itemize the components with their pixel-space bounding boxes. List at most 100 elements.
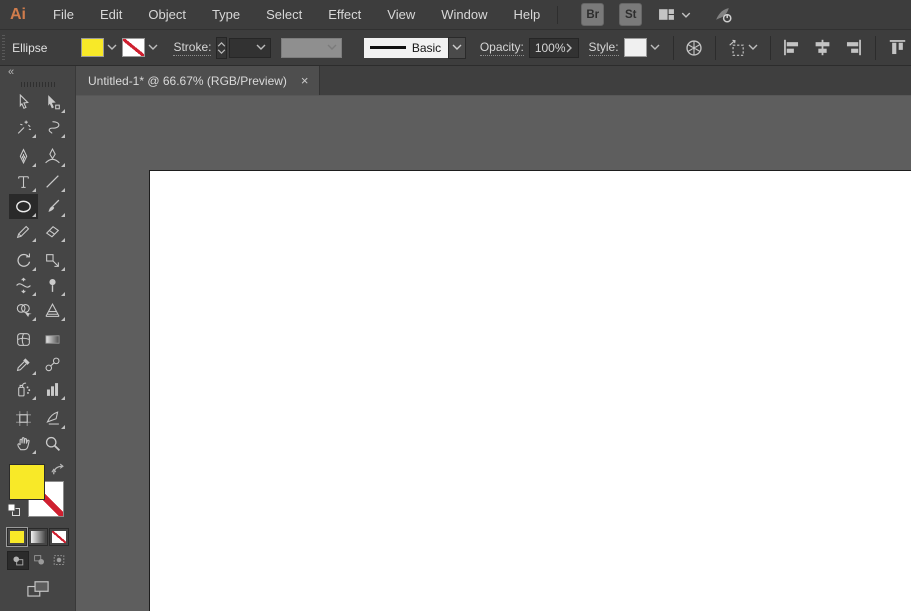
align-top-icon[interactable] — [888, 38, 907, 57]
close-icon[interactable]: × — [301, 74, 309, 87]
paintbrush-tool[interactable] — [38, 194, 67, 219]
tools-panel: « — [0, 66, 76, 611]
default-fill-stroke-icon[interactable] — [7, 503, 21, 520]
align-center-icon[interactable] — [813, 38, 832, 57]
style-swatch[interactable] — [624, 38, 647, 57]
puppet-warp-tool[interactable] — [38, 273, 67, 298]
ellipse-tool[interactable] — [9, 194, 38, 219]
eyedropper-tool[interactable] — [9, 352, 38, 377]
eraser-tool[interactable] — [38, 219, 67, 244]
align-left-icon[interactable] — [782, 38, 801, 57]
menu-view[interactable]: View — [374, 7, 428, 22]
column-graph-tool[interactable] — [38, 377, 67, 402]
menu-file[interactable]: File — [40, 7, 87, 22]
direct-selection-tool[interactable] — [38, 90, 67, 115]
draw-inside-button[interactable] — [49, 551, 69, 568]
gradient-tool[interactable] — [38, 327, 67, 352]
pencil-tool[interactable] — [9, 219, 38, 244]
menu-bar: Ai FileEditObjectTypeSelectEffectViewWin… — [0, 0, 911, 30]
brush-power-icon[interactable] — [714, 5, 733, 24]
shape-builder-tool[interactable] — [9, 298, 38, 323]
menu-items: FileEditObjectTypeSelectEffectViewWindow… — [40, 7, 553, 22]
artboard-tool[interactable] — [9, 406, 38, 431]
zoom-tool[interactable] — [38, 431, 67, 456]
stroke-label[interactable]: Stroke: — [173, 40, 211, 56]
swap-fill-stroke-icon[interactable] — [51, 463, 65, 480]
stroke-profile-preview — [370, 46, 406, 49]
document-title: Untitled-1* @ 66.67% (RGB/Preview) — [88, 74, 287, 88]
workspace-switcher-icon[interactable] — [658, 6, 675, 23]
fill-color-picker[interactable] — [81, 38, 117, 57]
mesh-tool[interactable] — [9, 327, 38, 352]
menu-window[interactable]: Window — [428, 7, 500, 22]
gradient-button[interactable] — [28, 528, 48, 546]
perspective-grid-tool[interactable] — [38, 298, 67, 323]
paint-style-buttons — [0, 528, 75, 546]
transform-shape-icon[interactable] — [728, 39, 758, 57]
screen-mode-icon[interactable] — [26, 580, 50, 602]
panel-grip[interactable] — [2, 35, 5, 61]
separator — [770, 36, 771, 60]
menu-object[interactable]: Object — [135, 7, 199, 22]
type-tool[interactable] — [9, 169, 38, 194]
chevron-down-icon — [748, 44, 758, 51]
menu-effect[interactable]: Effect — [315, 7, 374, 22]
menu-type[interactable]: Type — [199, 7, 253, 22]
collapse-panel-icon[interactable]: « — [0, 66, 75, 81]
stroke-none-swatch[interactable] — [122, 38, 145, 57]
artwork-overlay — [76, 96, 376, 246]
style-label[interactable]: Style: — [589, 40, 619, 56]
selection-tool[interactable] — [9, 90, 38, 115]
stroke-color-picker[interactable] — [122, 38, 158, 57]
menu-select[interactable]: Select — [253, 7, 315, 22]
color-button[interactable] — [7, 528, 27, 546]
stock-button[interactable]: St — [619, 3, 642, 26]
separator — [715, 36, 716, 60]
chevron-down-icon — [148, 44, 158, 51]
stroke-width-dropdown[interactable] — [229, 38, 271, 58]
symbol-sprayer-tool[interactable] — [9, 377, 38, 402]
hand-tool[interactable] — [9, 431, 38, 456]
chevron-down-icon — [327, 44, 337, 51]
pen-tool[interactable] — [9, 144, 38, 169]
blend-tool[interactable] — [38, 352, 67, 377]
none-button[interactable] — [49, 528, 69, 546]
bridge-button[interactable]: Br — [581, 3, 604, 26]
line-segment-tool[interactable] — [38, 169, 67, 194]
draw-behind-button[interactable] — [29, 551, 49, 568]
panel-grip[interactable] — [21, 82, 55, 87]
align-right-icon[interactable] — [844, 38, 863, 57]
separator — [557, 6, 558, 24]
opacity-label[interactable]: Opacity: — [480, 40, 524, 56]
draw-normal-button[interactable] — [7, 551, 29, 570]
document-tab[interactable]: Untitled-1* @ 66.67% (RGB/Preview) × — [76, 66, 320, 95]
rotate-tool[interactable] — [9, 248, 38, 273]
chevron-right-icon — [566, 43, 573, 53]
width-profile-dropdown[interactable]: Basic — [364, 37, 466, 59]
menu-edit[interactable]: Edit — [87, 7, 135, 22]
scale-tool[interactable] — [38, 248, 67, 273]
chevron-down-icon[interactable] — [680, 9, 692, 21]
app-logo: Ai — [10, 6, 26, 24]
graphic-style-picker[interactable] — [624, 38, 660, 57]
separator — [673, 36, 674, 60]
chevron-down-icon[interactable] — [448, 37, 466, 59]
lasso-tool[interactable] — [38, 115, 67, 140]
opacity-field[interactable]: 100% — [529, 38, 579, 58]
fill-stroke-indicator — [0, 462, 75, 524]
width-tool[interactable] — [9, 273, 38, 298]
stroke-width-stepper[interactable] — [216, 37, 227, 59]
fill-swatch[interactable] — [81, 38, 104, 57]
context-label: Ellipse — [12, 41, 47, 55]
canvas[interactable] — [76, 96, 911, 611]
curvature-tool[interactable] — [38, 144, 67, 169]
chevron-down-icon — [650, 44, 660, 51]
control-bar: Ellipse Stroke: Basic — [0, 30, 911, 66]
fill-indicator[interactable] — [9, 464, 45, 500]
tab-strip: Untitled-1* @ 66.67% (RGB/Preview) × — [76, 66, 911, 96]
slice-tool[interactable] — [38, 406, 67, 431]
menu-help[interactable]: Help — [500, 7, 553, 22]
magic-wand-tool[interactable] — [9, 115, 38, 140]
drawing-modes — [0, 551, 75, 570]
recolor-artwork-icon[interactable] — [685, 39, 703, 57]
